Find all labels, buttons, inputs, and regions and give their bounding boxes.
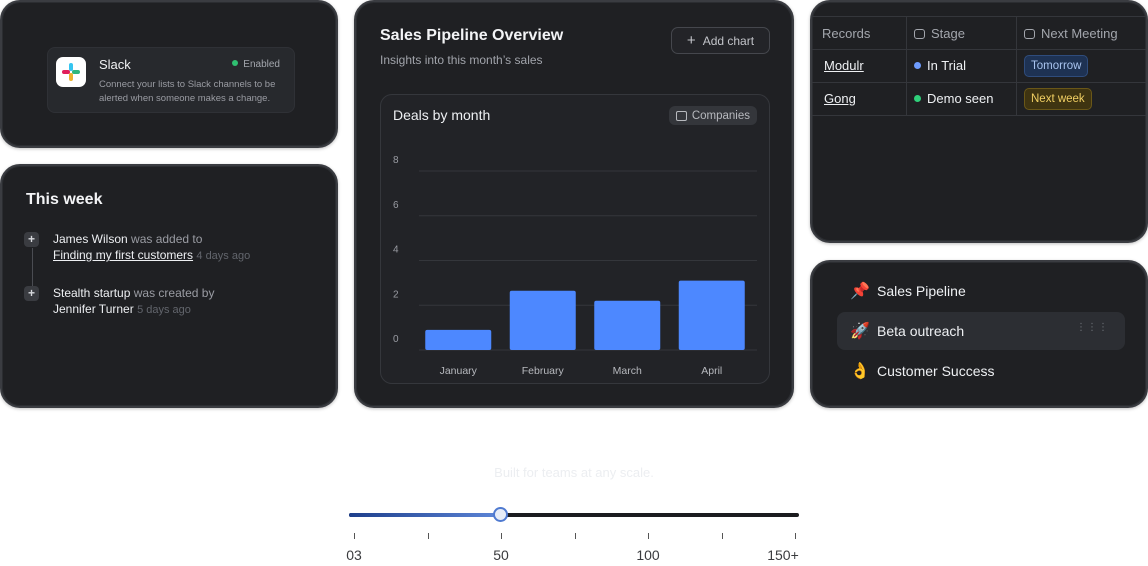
activity-action: was created by [133,286,215,300]
column-divider [906,16,907,116]
bar[interactable] [425,329,492,350]
plus-icon: + [24,286,39,301]
deals-by-month-chart: 0 2 4 6 8 January February March April Deals by … [380,94,770,384]
slider-tick-label: 50 [493,547,509,563]
column-label: Stage [931,26,965,41]
activity-object: Jennifer Turner [53,302,134,316]
add-chart-label: Add chart [702,33,755,48]
chart-card-title: Sales Pipeline Overview [380,27,564,44]
slack-status-badge: Enabled [232,59,280,70]
stage-dot-icon [914,62,921,69]
column-label: Records [822,26,871,41]
slider-tick-label: 03 [346,547,362,563]
slider-tick [501,533,502,539]
slider-tick [574,533,576,539]
slider-tick [721,533,723,539]
slack-title: Slack [99,57,131,72]
slider-fill [349,513,502,517]
companies-chip-label: Companies [691,109,750,122]
meeting-badge: Next week [1024,88,1092,110]
sales-pipeline-card: Sales Pipeline Overview Insights into th… [354,0,794,408]
slack-status-label: Enabled [243,59,280,70]
stage-label: Demo seen [927,91,994,106]
list-item-label: Sales Pipeline [877,283,966,299]
ok-hand-icon: 👌 [850,361,870,380]
stage-dot-icon [914,95,921,102]
bar[interactable] [678,280,745,350]
lists-card: 📌 Sales Pipeline 🚀 Beta outreach ⋮⋮⋮ 👌 C… [810,260,1148,408]
y-tick-label: 2 [393,289,399,300]
add-chart-button[interactable]: + Add chart [671,27,770,54]
status-dot-icon [232,60,239,66]
bar[interactable] [594,300,661,350]
list-item-beta-outreach[interactable]: 🚀 Beta outreach ⋮⋮⋮ [837,312,1125,350]
stage-icon [914,28,925,39]
column-header-records[interactable]: Records [822,26,870,41]
x-tick-label: February [522,365,565,377]
list-item-sales-pipeline[interactable]: 📌 Sales Pipeline [837,272,1125,310]
y-tick-label: 0 [393,334,399,345]
slider-tick [795,533,796,539]
slider-tick [648,533,649,539]
activity-time: 5 days ago [137,304,191,316]
column-label: Next Meeting [1041,26,1118,41]
tagline: Built for teams at any scale. [494,465,654,480]
slider-tick-label: 150+ [767,547,799,563]
y-tick-label: 4 [393,245,399,256]
chart-card-subtitle: Insights into this month’s sales [380,53,543,67]
slider-tick [354,533,355,539]
column-header-next-meeting[interactable]: Next Meeting [1024,26,1118,41]
drag-handle-icon[interactable]: ⋮⋮⋮ [1076,323,1109,333]
activity-subject: Stealth startup [53,286,131,300]
team-size-slider[interactable] [349,507,799,522]
activity-subject: James Wilson [53,232,128,246]
slider-thumb[interactable] [493,507,509,522]
table-header: Records Stage Next Meeting [812,16,1146,50]
pushpin-icon: 📌 [850,281,870,300]
chart-title: Deals by month [393,107,491,123]
building-icon [675,110,687,121]
bar[interactable] [509,290,576,350]
slider-tick [427,533,429,539]
table-row[interactable]: Modulr In Trial Tomorrow [812,50,1146,83]
list-item-label: Customer Success [877,363,995,379]
slider-tick-label: 100 [636,547,660,563]
slack-description: Connect your lists to Slack channels to … [99,79,276,104]
records-table-card: Records Stage Next Meeting Modulr In Tri… [810,0,1148,243]
y-tick-label: 8 [393,155,399,166]
meeting-badge: Tomorrow [1024,55,1089,77]
calendar-icon [1024,28,1035,39]
slack-integration-card: Slack Enabled Connect your lists to Slac… [0,0,338,148]
companies-filter-chip[interactable]: Companies [668,106,757,125]
stage-cell: In Trial [914,58,966,73]
x-tick-label: January [440,365,478,377]
activity-object-link[interactable]: Finding my first customers [53,248,193,262]
list-item-customer-success[interactable]: 👌 Customer Success [837,352,1125,390]
timeline-connector [32,248,33,288]
activity-action: was added to [131,232,203,246]
record-name-link[interactable]: Modulr [824,58,864,73]
plus-icon: + [24,232,39,247]
slack-logo-icon [56,57,86,87]
this-week-title: This week [26,191,103,208]
stage-label: In Trial [927,58,967,73]
plus-icon: + [686,32,696,49]
rocket-icon: 🚀 [850,321,870,340]
stage-cell: Demo seen [914,91,993,106]
y-tick-label: 6 [393,200,399,211]
list-item-label: Beta outreach [877,323,965,339]
x-tick-label: April [701,365,722,377]
slack-integration-row[interactable]: Slack Enabled Connect your lists to Slac… [47,47,295,113]
activity-time: 4 days ago [196,250,251,262]
table-row[interactable]: Gong Demo seen Next week [812,83,1146,116]
x-tick-label: March [613,365,642,377]
record-name-link[interactable]: Gong [824,91,856,106]
column-divider [1016,16,1017,116]
column-header-stage[interactable]: Stage [914,26,965,41]
bar-chart-svg: 0 2 4 6 8 January February March April [393,155,757,377]
